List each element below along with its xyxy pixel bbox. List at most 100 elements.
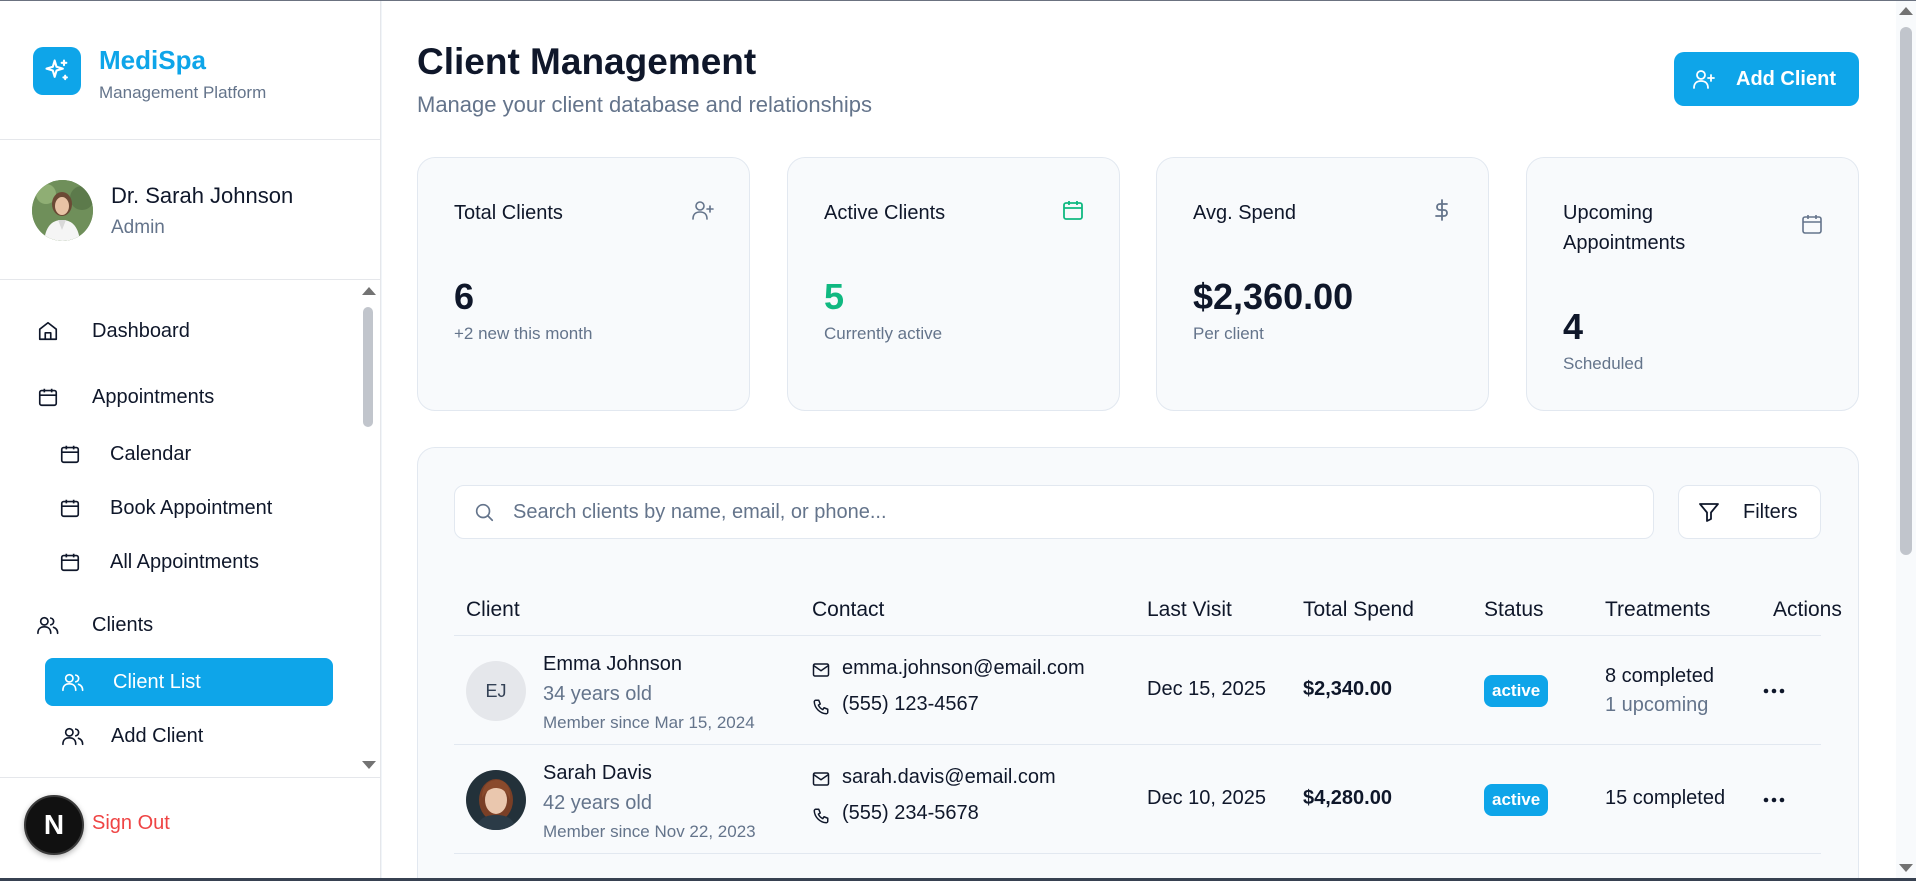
avatar	[32, 180, 93, 241]
client-name[interactable]: Emma Johnson	[543, 653, 682, 676]
user-role: Admin	[111, 217, 165, 238]
mail-icon	[812, 662, 830, 683]
sidebar-item-label: Clients	[92, 613, 154, 636]
users-icon	[36, 613, 60, 637]
column-header-total-spend[interactable]: Total Spend	[1303, 598, 1414, 622]
sidebar-footer: N Sign Out	[0, 777, 380, 878]
filters-button[interactable]: Filters	[1678, 485, 1821, 539]
client-phone[interactable]: (555) 123-4567	[842, 693, 979, 716]
stat-title: Avg. Spend	[1193, 202, 1297, 224]
sidebar-item-book-appointment[interactable]: Book Appointment	[58, 484, 336, 532]
clients-panel: Filters Client Contact Last Visit Total …	[417, 447, 1859, 881]
brand-name: MediSpa	[99, 45, 206, 75]
page-scrollbar[interactable]	[1896, 1, 1916, 878]
brand-subtitle: Management Platform	[99, 83, 267, 102]
add-client-button[interactable]: Add Client	[1674, 52, 1859, 106]
sparkles-icon	[33, 47, 81, 95]
avatar	[466, 770, 526, 830]
column-header-status[interactable]: Status	[1484, 598, 1544, 622]
client-last-visit: Dec 10, 2025	[1147, 787, 1266, 809]
column-header-client[interactable]: Client	[466, 598, 520, 622]
scrollbar-thumb[interactable]	[1900, 27, 1912, 555]
stat-note: Currently active	[824, 324, 943, 343]
column-header-treatments[interactable]: Treatments	[1605, 598, 1710, 622]
sidebar-item-clients[interactable]: Clients	[36, 601, 336, 649]
sidebar-item-all-appointments[interactable]: All Appointments	[58, 538, 336, 586]
calendar-icon	[36, 385, 60, 409]
client-email[interactable]: sarah.davis@email.com	[842, 766, 1056, 789]
calendar-icon	[58, 550, 82, 574]
client-name[interactable]: Sarah Davis	[543, 762, 652, 785]
scrollbar-thumb[interactable]	[363, 307, 373, 427]
sidebar-item-appointments[interactable]: Appointments	[36, 373, 336, 421]
scroll-down-icon[interactable]	[362, 761, 376, 769]
client-member-since: Member since Mar 15, 2024	[543, 713, 755, 732]
sidebar-nav: Dashboard Appointments Calendar Book App…	[0, 281, 356, 777]
app-badge[interactable]: N	[24, 795, 84, 855]
stat-value: 6	[454, 276, 475, 317]
user-plus-icon	[691, 198, 715, 227]
stat-card-upcoming-appointments: Upcoming Appointments 4 Scheduled	[1526, 157, 1859, 411]
more-actions-icon[interactable]	[1760, 786, 1788, 814]
table-row[interactable]: Sarah Davis 42 years old Member since No…	[454, 746, 1821, 854]
stat-note: Scheduled	[1563, 354, 1644, 373]
calendar-icon	[58, 442, 82, 466]
sidebar: MediSpa Management Platform Dr. Sarah Jo…	[0, 1, 381, 878]
stat-card-avg-spend: Avg. Spend $2,360.00 Per client	[1156, 157, 1489, 411]
sign-out-button[interactable]: Sign Out	[92, 812, 170, 835]
status-badge: active	[1484, 675, 1549, 707]
user-plus-icon	[1692, 67, 1716, 91]
stat-note: Per client	[1193, 324, 1264, 343]
user-profile[interactable]: Dr. Sarah Johnson Admin	[0, 141, 380, 280]
scroll-down-icon[interactable]	[1899, 864, 1913, 872]
main-content: Client Management Manage your client dat…	[382, 1, 1896, 881]
calendar-icon	[58, 496, 82, 520]
client-total-spend: $2,340.00	[1303, 678, 1392, 700]
search-input[interactable]	[513, 486, 1633, 538]
page-title: Client Management	[417, 41, 757, 82]
mail-icon	[812, 771, 830, 792]
sidebar-item-dashboard[interactable]: Dashboard	[36, 307, 336, 355]
more-actions-icon[interactable]	[1760, 677, 1788, 705]
client-total-spend: $4,280.00	[1303, 787, 1392, 809]
dollar-icon	[1430, 198, 1454, 227]
treatments-completed: 15 completed	[1605, 787, 1726, 809]
client-email[interactable]: emma.johnson@email.com	[842, 657, 1085, 680]
filters-label: Filters	[1743, 500, 1798, 523]
column-header-last-visit[interactable]: Last Visit	[1147, 598, 1232, 622]
client-last-visit: Dec 15, 2025	[1147, 678, 1266, 700]
sidebar-item-client-list[interactable]: Client List	[45, 658, 333, 706]
column-header-actions: Actions	[1773, 598, 1842, 621]
table-header: Client Contact Last Visit Total Spend St…	[454, 588, 1842, 636]
filter-icon	[1697, 500, 1721, 524]
status-badge: active	[1484, 784, 1549, 816]
sidebar-scrollbar[interactable]	[359, 281, 379, 777]
stat-note: +2 new this month	[454, 324, 593, 343]
user-name: Dr. Sarah Johnson	[111, 183, 294, 208]
client-phone[interactable]: (555) 234-5678	[842, 802, 979, 825]
stat-card-total-clients: Total Clients 6 +2 new this month	[417, 157, 750, 411]
search-box[interactable]	[454, 485, 1654, 539]
home-icon	[36, 319, 60, 343]
sidebar-item-label: Calendar	[110, 442, 192, 465]
stat-value: 5	[824, 276, 845, 317]
stat-value: 4	[1563, 306, 1584, 347]
sidebar-item-add-client[interactable]: Add Client	[61, 712, 336, 760]
sidebar-item-label: Add Client	[111, 724, 204, 747]
stat-card-active-clients: Active Clients 5 Currently active	[787, 157, 1120, 411]
calendar-icon	[1061, 198, 1085, 227]
sidebar-item-calendar[interactable]: Calendar	[58, 430, 336, 478]
avatar-initials: EJ	[466, 661, 526, 721]
column-header-contact[interactable]: Contact	[812, 598, 884, 622]
add-client-label: Add Client	[1736, 67, 1836, 90]
table-row[interactable]: EJ Emma Johnson 34 years old Member sinc…	[454, 637, 1821, 745]
scroll-up-icon[interactable]	[1899, 7, 1913, 15]
phone-icon	[812, 807, 830, 830]
users-icon	[61, 670, 85, 694]
sidebar-item-label: Client List	[113, 670, 201, 693]
stat-title: Upcoming Appointments	[1563, 202, 1686, 254]
phone-icon	[812, 698, 830, 721]
scroll-up-icon[interactable]	[362, 287, 376, 295]
client-age: 34 years old	[543, 683, 652, 705]
client-age: 42 years old	[543, 792, 652, 814]
